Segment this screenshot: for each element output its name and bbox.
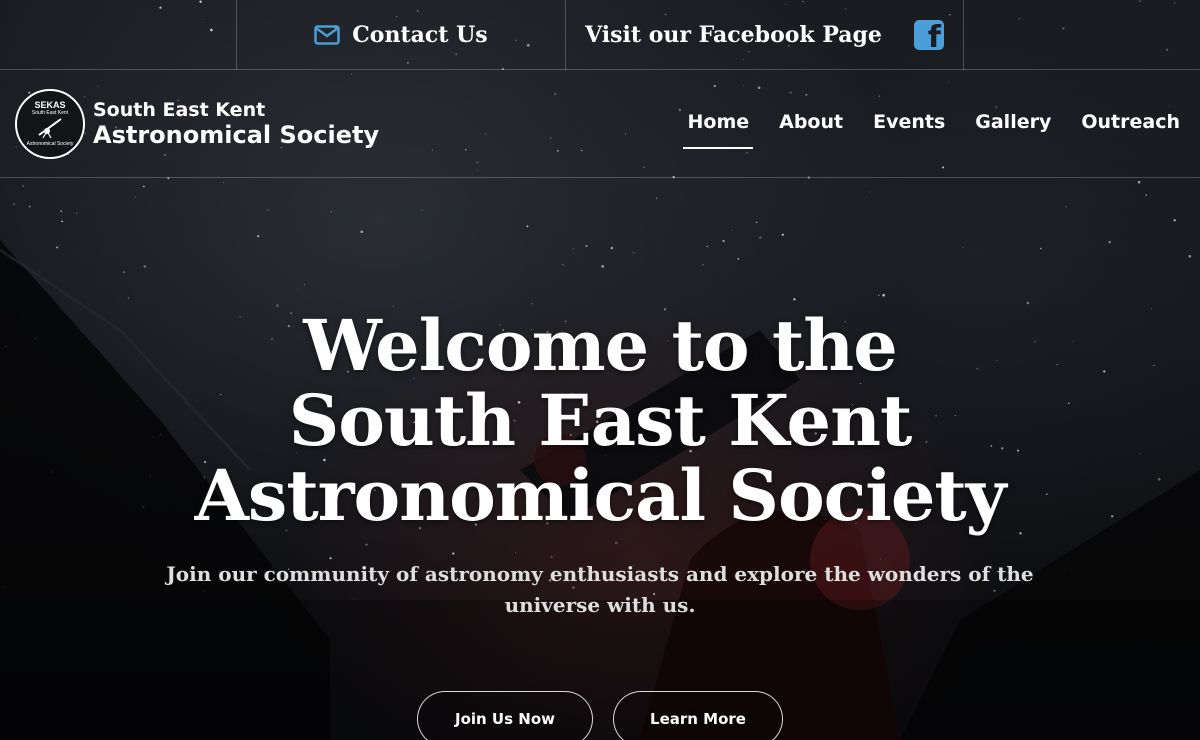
contact-link[interactable]: Contact Us [236,0,566,70]
facebook-link[interactable]: Visit our Facebook Page f [566,0,964,70]
mail-icon [314,25,341,45]
telescope-icon [38,118,62,139]
hero-title-line-1: Welcome to the [303,304,897,387]
hero-section: Welcome to the South East Kent Astronomi… [0,178,1200,740]
nav-item-outreach[interactable]: Outreach [1081,111,1180,137]
join-us-button[interactable]: Join Us Now [417,691,593,740]
nav-item-events[interactable]: Events [873,111,945,137]
nav-item-gallery[interactable]: Gallery [975,111,1051,137]
contact-label: Contact Us [352,22,488,48]
logo-badge-bottom: Astronomical Society [26,141,74,147]
nav-item-home[interactable]: Home [683,111,753,149]
learn-more-button[interactable]: Learn More [613,691,783,740]
logo-badge-title: SEKAS [34,100,66,110]
facebook-icon: f [913,20,944,50]
hero-title: Welcome to the South East Kent Astronomi… [100,308,1100,533]
site-header: SEKAS South East Kent Astronomical Socie… [0,70,1200,178]
top-bar: Contact Us Visit our Facebook Page f [0,0,1200,70]
site-logo[interactable]: SEKAS South East Kent Astronomical Socie… [15,89,379,159]
logo-line-1: South East Kent [93,99,266,121]
main-nav: Home About Events Gallery Outreach [657,70,1180,178]
hero-title-line-2: South East Kent [288,379,913,462]
logo-line-2: Astronomical Society [93,121,380,149]
facebook-label: Visit our Facebook Page [585,22,882,48]
hero-subtitle: Join our community of astronomy enthusia… [166,562,1034,617]
nav-item-about[interactable]: About [779,111,843,137]
hero-title-line-3: Astronomical Society [194,454,1007,537]
logo-text: South East Kent Astronomical Society [93,99,379,149]
logo-badge: SEKAS South East Kent Astronomical Socie… [15,89,85,159]
